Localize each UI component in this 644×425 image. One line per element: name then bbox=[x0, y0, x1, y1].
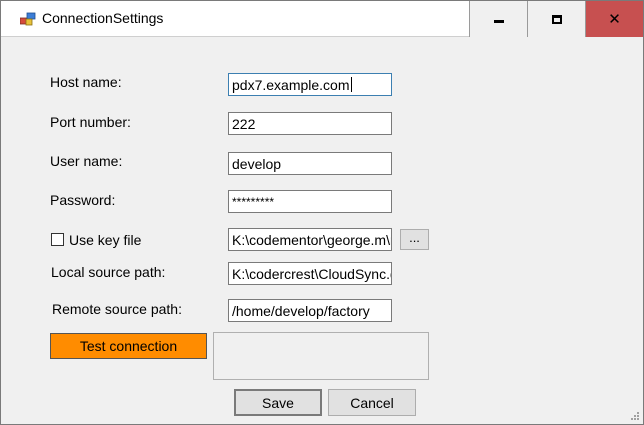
close-button[interactable]: ✕ bbox=[585, 1, 643, 37]
title-bar[interactable]: ConnectionSettings ✕ bbox=[1, 1, 643, 37]
local-source-path-label: Local source path: bbox=[51, 264, 166, 280]
use-key-file-label[interactable]: Use key file bbox=[69, 232, 141, 248]
port-number-input[interactable]: 222 bbox=[228, 112, 392, 135]
user-name-input[interactable]: develop bbox=[228, 152, 392, 175]
close-icon: ✕ bbox=[608, 10, 621, 28]
minimize-icon bbox=[493, 19, 504, 23]
minimize-button[interactable] bbox=[469, 1, 527, 37]
maximize-icon bbox=[551, 14, 562, 24]
remote-source-path-label: Remote source path: bbox=[52, 301, 182, 317]
test-connection-label: Test connection bbox=[79, 338, 178, 354]
key-file-input[interactable]: K:\codementor\george.m\r bbox=[228, 228, 392, 251]
test-result-box bbox=[213, 332, 429, 380]
cancel-button[interactable]: Cancel bbox=[328, 389, 416, 416]
user-name-value: develop bbox=[232, 156, 282, 172]
local-source-path-input[interactable]: K:\codercrest\CloudSync.g bbox=[228, 262, 392, 285]
key-file-value: K:\codementor\george.m\r bbox=[232, 232, 392, 248]
resize-grip-icon[interactable] bbox=[629, 410, 639, 420]
window-title: ConnectionSettings bbox=[42, 10, 164, 26]
browse-key-file-button[interactable]: ... bbox=[400, 229, 429, 250]
port-number-value: 222 bbox=[232, 116, 256, 132]
password-value: ********* bbox=[232, 195, 275, 209]
remote-source-path-value: /home/develop/factory bbox=[232, 303, 370, 319]
use-key-file-checkbox[interactable] bbox=[51, 233, 64, 246]
host-name-value: pdx7.example.com bbox=[232, 77, 350, 93]
test-connection-button[interactable]: Test connection bbox=[50, 333, 207, 359]
app-window-icon bbox=[20, 12, 36, 26]
text-caret bbox=[350, 77, 352, 92]
cancel-label: Cancel bbox=[350, 394, 394, 411]
password-label: Password: bbox=[50, 192, 116, 208]
browse-label: ... bbox=[409, 230, 420, 245]
save-button[interactable]: Save bbox=[234, 389, 322, 416]
local-source-path-value: K:\codercrest\CloudSync.g bbox=[232, 266, 392, 282]
host-name-input[interactable]: pdx7.example.com bbox=[228, 73, 392, 96]
connection-settings-window: ConnectionSettings ✕ Host name: pdx7.exa… bbox=[0, 0, 644, 425]
host-name-label: Host name: bbox=[50, 74, 122, 90]
user-name-label: User name: bbox=[50, 153, 123, 169]
maximize-button[interactable] bbox=[527, 1, 585, 37]
save-label: Save bbox=[262, 394, 294, 411]
port-number-label: Port number: bbox=[50, 114, 131, 130]
remote-source-path-input[interactable]: /home/develop/factory bbox=[228, 299, 392, 322]
password-input[interactable]: ********* bbox=[228, 190, 392, 213]
